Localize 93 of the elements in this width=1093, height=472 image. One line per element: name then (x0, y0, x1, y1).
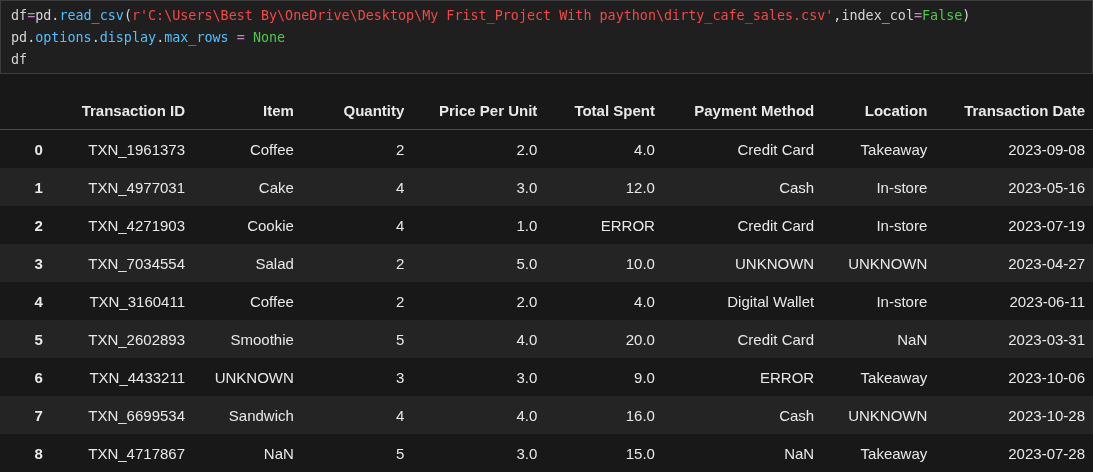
table-cell: Cash (662, 396, 823, 434)
table-cell: In-store (822, 168, 936, 206)
table-cell: Takeaway (822, 434, 936, 472)
table-cell: Takeaway (822, 358, 936, 396)
table-cell: 4.0 (545, 129, 663, 168)
code-line: df=pd.read_csv(r'C:\Users\Best By\OneDrive\Desktop\My Frist_Project With paython\dirty_cafe_sales.csv',index_col=False) (11, 7, 972, 26)
table-cell: UNKNOWN (822, 244, 936, 282)
table-cell: 4 (301, 168, 413, 206)
table-cell: In-store (822, 206, 936, 244)
table-cell: 2023-06-11 (935, 282, 1093, 320)
table-cell: 4.0 (545, 282, 663, 320)
table-cell: 2.0 (412, 282, 546, 320)
table-cell: 16.0 (545, 396, 663, 434)
table-cell: Cash (662, 168, 823, 206)
table-cell: 2 (301, 129, 413, 168)
column-header: Item (193, 91, 302, 130)
table-cell: NaN (193, 434, 302, 472)
table-cell: TXN_3160411 (50, 282, 194, 320)
table-cell: 5 (301, 434, 413, 472)
table-cell: Takeaway (822, 129, 936, 168)
table-cell: NaN (662, 434, 823, 472)
table-cell: 5 (301, 320, 413, 358)
table-cell: Credit Card (662, 129, 823, 168)
table-cell: 2023-04-27 (935, 244, 1093, 282)
row-index: 5 (0, 320, 51, 358)
column-header: Transaction ID (50, 91, 194, 130)
column-header: Quantity (301, 91, 413, 130)
table-cell: ERROR (662, 358, 823, 396)
table-cell: 4 (301, 206, 413, 244)
table-cell: 2023-05-16 (935, 168, 1093, 206)
column-header: Total Spent (545, 91, 663, 130)
table-cell: 2023-10-06 (935, 358, 1093, 396)
table-cell: TXN_6699534 (50, 396, 194, 434)
table-cell: Cake (193, 168, 302, 206)
row-index: 7 (0, 396, 51, 434)
table-cell: NaN (822, 320, 936, 358)
table-cell: Digital Wallet (662, 282, 823, 320)
column-header: Payment Method (662, 91, 823, 130)
table-cell: 1.0 (412, 206, 546, 244)
table-cell: 2023-10-28 (935, 396, 1093, 434)
table-cell: UNKNOWN (662, 244, 823, 282)
table-cell: 2 (301, 282, 413, 320)
table-cell: 15.0 (545, 434, 663, 472)
table-cell: Credit Card (662, 206, 823, 244)
table-cell: Smoothie (193, 320, 302, 358)
row-index: 3 (0, 244, 51, 282)
table-cell: 2023-07-19 (935, 206, 1093, 244)
row-index: 2 (0, 206, 51, 244)
table-cell: Credit Card (662, 320, 823, 358)
table-cell: TXN_1961373 (50, 129, 194, 168)
code-cell[interactable]: df=pd.read_csv(r'C:\Users\Best By\OneDrive\Desktop\My Frist_Project With paython\dirty_cafe_sales.csv',index_col=False) pd.options.display.max_rows = None df (0, 0, 1093, 74)
table-cell: UNKNOWN (822, 396, 936, 434)
table-cell: TXN_4271903 (50, 206, 194, 244)
table-cell: 3.0 (412, 168, 546, 206)
row-index: 8 (0, 434, 51, 472)
table-cell: 3 (301, 358, 413, 396)
column-header: Price Per Unit (412, 91, 546, 130)
table-cell: 3.0 (412, 358, 546, 396)
table-cell: 12.0 (545, 168, 663, 206)
table-cell: Sandwich (193, 396, 302, 434)
column-header: Transaction Date (935, 91, 1093, 130)
table-cell: Coffee (193, 129, 302, 168)
table-cell: 2023-07-28 (935, 434, 1093, 472)
table-cell: TXN_4977031 (50, 168, 194, 206)
table-cell: 3.0 (412, 434, 546, 472)
table-cell: 4.0 (412, 320, 546, 358)
row-index: 4 (0, 282, 51, 320)
table-cell: 10.0 (545, 244, 663, 282)
column-header: Location (822, 91, 936, 130)
row-index: 6 (0, 358, 51, 396)
table-cell: TXN_2602893 (50, 320, 194, 358)
table-cell: 2023-03-31 (935, 320, 1093, 358)
table-cell: 2.0 (412, 129, 546, 168)
table-cell: TXN_4433211 (50, 358, 194, 396)
table-cell: In-store (822, 282, 936, 320)
table-cell: TXN_4717867 (50, 434, 194, 472)
table-cell: 9.0 (545, 358, 663, 396)
table-cell: Salad (193, 244, 302, 282)
code-line: pd.options.display.max_rows = None (11, 29, 287, 48)
table-cell: Cookie (193, 206, 302, 244)
table-cell: 4 (301, 396, 413, 434)
table-cell: Coffee (193, 282, 302, 320)
table-cell: 5.0 (412, 244, 546, 282)
table-cell: ERROR (545, 206, 663, 244)
table-cell: 20.0 (545, 320, 663, 358)
table-cell: 2 (301, 244, 413, 282)
row-index: 0 (0, 129, 51, 168)
code-line: df (11, 51, 29, 69)
table-cell: UNKNOWN (193, 358, 302, 396)
row-index: 1 (0, 168, 51, 206)
table-cell: 4.0 (412, 396, 546, 434)
table-cell: 2023-09-08 (935, 129, 1093, 168)
table-cell: TXN_7034554 (50, 244, 194, 282)
